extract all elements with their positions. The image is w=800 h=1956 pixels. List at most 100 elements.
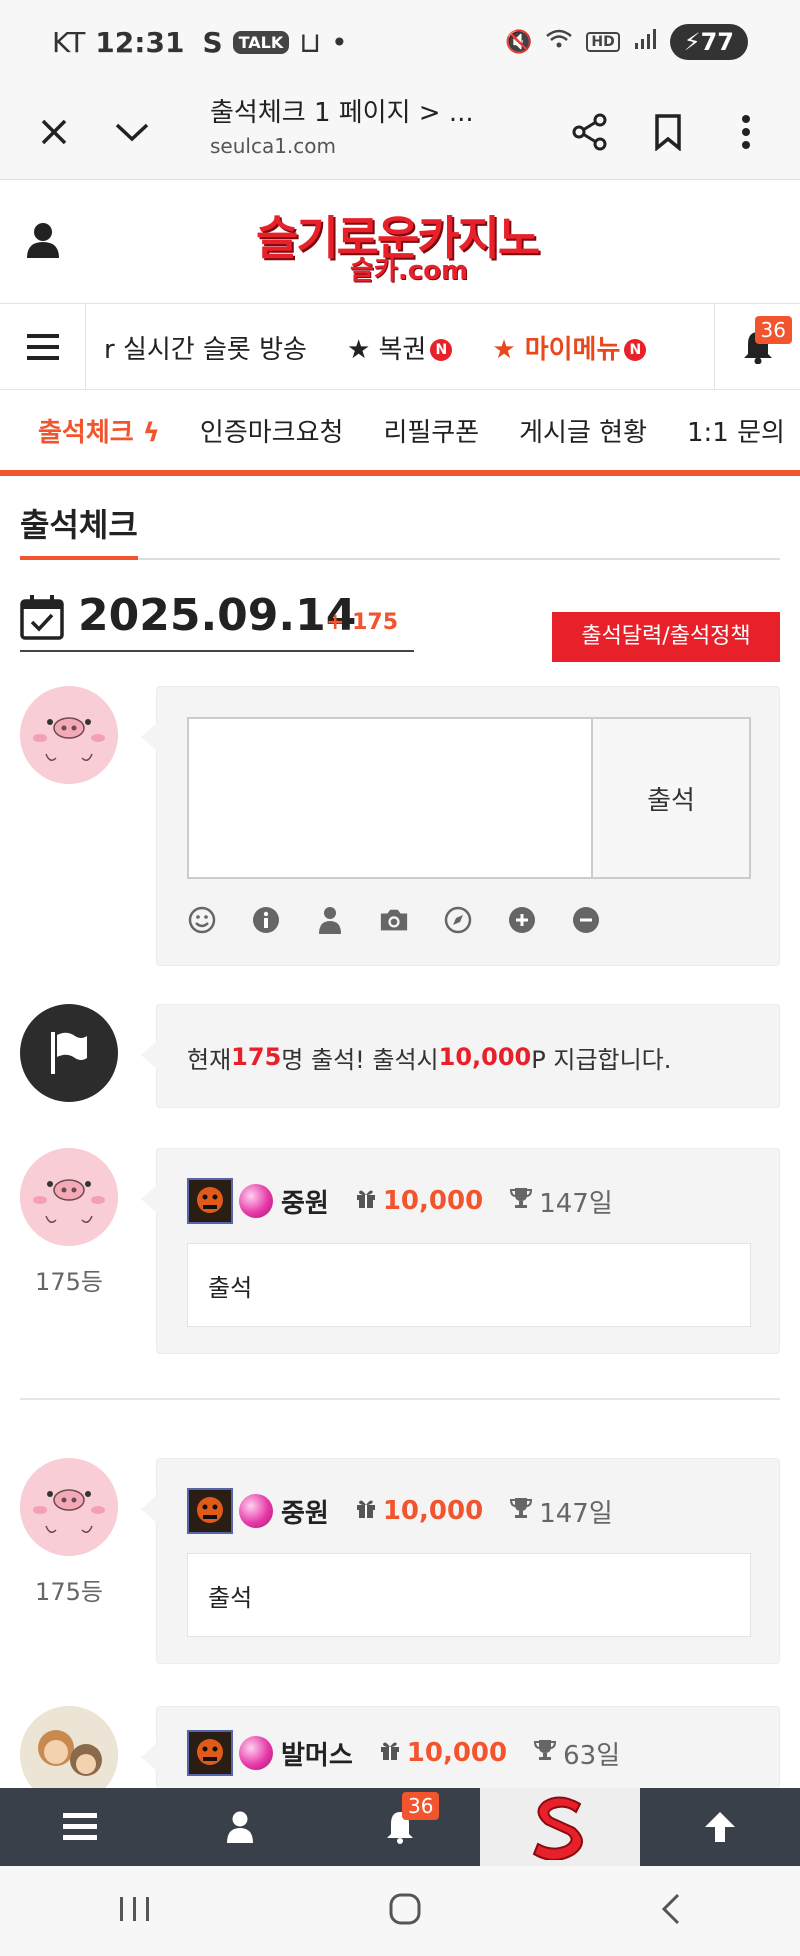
entry-days: 147일 (539, 1188, 613, 1219)
write-toolbar (187, 905, 601, 935)
site-logo-s-button[interactable] (480, 1788, 640, 1866)
menu-icon[interactable] (0, 304, 86, 390)
entry-user-line: 발머스 10,000 63일 (187, 1729, 620, 1777)
info-icon[interactable] (251, 905, 281, 935)
bottom-menu-button[interactable] (0, 1788, 160, 1866)
compass-icon[interactable] (443, 905, 473, 935)
minus-circle-icon[interactable] (571, 905, 601, 935)
back-icon[interactable] (658, 1892, 682, 1930)
main-nav: r 실시간 슬롯 방송 ★ 복권 N ★ 마이메뉴 N 36 (0, 304, 800, 390)
talk-icon: TALK (232, 30, 290, 54)
attendance-count: 175 (231, 1043, 282, 1071)
system-icons: 🔇 HD ⚡77 (505, 24, 748, 60)
home-icon[interactable] (388, 1892, 422, 1930)
status-bar: KT 12:31 S TALK ⊔ • 🔇 HD ⚡77 (0, 0, 800, 84)
tab-cert-request[interactable]: 인증마크요청 (200, 412, 344, 449)
tab-post-status[interactable]: 게시글 현황 (519, 412, 647, 449)
carrier-label: KT (52, 25, 86, 59)
gift-icon (355, 1186, 377, 1216)
attendance-submit-button[interactable]: 출석 (593, 719, 749, 877)
comment-textarea[interactable] (189, 719, 593, 877)
attendance-policy-button[interactable]: 출석달력/출석정책 (552, 612, 780, 662)
camera-icon[interactable] (379, 905, 409, 935)
recent-apps-icon[interactable] (118, 1895, 152, 1927)
attendance-entry: 중원 10,000 147일 출석 (141, 1148, 780, 1354)
rank-orb-icon (239, 1494, 273, 1528)
entry-username[interactable]: 중원 (281, 1493, 329, 1530)
reward-amount: 10,000 (438, 1043, 532, 1071)
browser-toolbar: 출석체크 1 페이지 > ... seulca1.com (0, 84, 800, 180)
attendance-write-card: 출석 (141, 686, 780, 966)
date-row: 2025.09.14 + 175 (20, 590, 414, 652)
more-vert-icon[interactable] (720, 106, 772, 158)
nav-mymenu[interactable]: ★ 마이메뉴 N (492, 329, 647, 366)
share-icon[interactable] (564, 106, 616, 158)
scroll-top-button[interactable] (640, 1788, 800, 1866)
avatar (20, 686, 118, 784)
avatar (20, 1148, 118, 1246)
notice-suffix: P 지급합니다. (531, 1045, 672, 1074)
entry-rank: 175등 (35, 1268, 103, 1296)
calendar-icon (20, 594, 64, 644)
gift-icon (355, 1496, 377, 1526)
close-icon[interactable] (28, 106, 80, 158)
entry-user-line: 중원 10,000 147일 (187, 1177, 613, 1225)
plus-circle-icon[interactable] (507, 905, 537, 935)
site-logo-domain[interactable]: 슬카.com (350, 250, 468, 287)
battery-indicator: ⚡77 (669, 24, 748, 60)
entry-rank: 175등 (35, 1578, 103, 1606)
sub-nav: 출석체크 ϟ 인증마크요청 리필쿠폰 게시글 현황 1:1 문의 (0, 390, 800, 476)
signal-icon (634, 28, 656, 56)
url-text[interactable]: seulca1.com (210, 134, 336, 158)
entry-username[interactable]: 발머스 (281, 1735, 353, 1772)
entry-points: 10,000 (382, 1496, 484, 1526)
flag-avatar (20, 1004, 118, 1102)
write-box: 출석 (187, 717, 751, 879)
gift-icon (379, 1738, 401, 1768)
main-nav-items: r 실시간 슬롯 방송 ★ 복권 N ★ 마이메뉴 N (104, 304, 647, 390)
notification-bell[interactable]: 36 (714, 304, 800, 390)
rank-orb-icon (239, 1184, 273, 1218)
user-icon[interactable] (315, 905, 345, 935)
tab-attendance-label: 출석체크 (38, 417, 134, 448)
tab-inquiry[interactable]: 1:1 문의 (687, 412, 785, 449)
user-icon[interactable] (26, 222, 60, 262)
notice-middle: 명 출석! 출석시 (281, 1045, 439, 1074)
entry-days: 63일 (563, 1740, 621, 1771)
nav-live-slot[interactable]: r 실시간 슬롯 방송 (104, 329, 307, 366)
title-divider (20, 556, 780, 560)
notice-prefix: 현재 (187, 1045, 232, 1074)
entry-points: 10,000 (382, 1186, 484, 1216)
system-nav-bar (0, 1866, 800, 1956)
avatar (20, 1458, 118, 1556)
level-icon (187, 1178, 233, 1224)
entry-username[interactable]: 중원 (281, 1183, 329, 1220)
entry-message: 출석 (187, 1553, 751, 1637)
trophy-icon (509, 1496, 533, 1527)
tab-refill-coupon[interactable]: 리필쿠폰 (383, 412, 479, 449)
new-badge: N (430, 339, 453, 361)
notice-text: 현재 175 명 출석! 출석시 10,000 P 지급합니다. (187, 1005, 671, 1109)
level-icon (187, 1730, 233, 1776)
nav-lottery[interactable]: ★ 복권 N (347, 329, 453, 366)
tab-attendance[interactable]: 출석체크 ϟ (38, 412, 160, 449)
divider (20, 1398, 780, 1400)
bottom-nav: 36 (0, 1788, 800, 1866)
page-title-tab[interactable]: 출석체크 1 페이지 > ... (210, 92, 474, 129)
lightning-icon: ϟ (142, 417, 160, 448)
clock: 12:31 (95, 25, 185, 59)
smile-icon[interactable] (187, 905, 217, 935)
notification-icons: S TALK ⊔ • (202, 26, 347, 59)
attendance-date: 2025.09.14 (78, 590, 357, 641)
bottom-notification-count: 36 (402, 1792, 440, 1820)
page-title: 출석체크 (20, 506, 138, 544)
bookmark-icon[interactable] (642, 106, 694, 158)
trophy-icon (533, 1738, 557, 1769)
entry-points: 10,000 (406, 1738, 508, 1768)
chevron-down-icon[interactable] (106, 106, 158, 158)
bottom-user-button[interactable] (160, 1788, 320, 1866)
new-badge: N (624, 339, 647, 361)
entry-days: 147일 (539, 1498, 613, 1529)
hd-icon: HD (586, 32, 620, 52)
bottom-notification-button[interactable]: 36 (320, 1788, 480, 1866)
